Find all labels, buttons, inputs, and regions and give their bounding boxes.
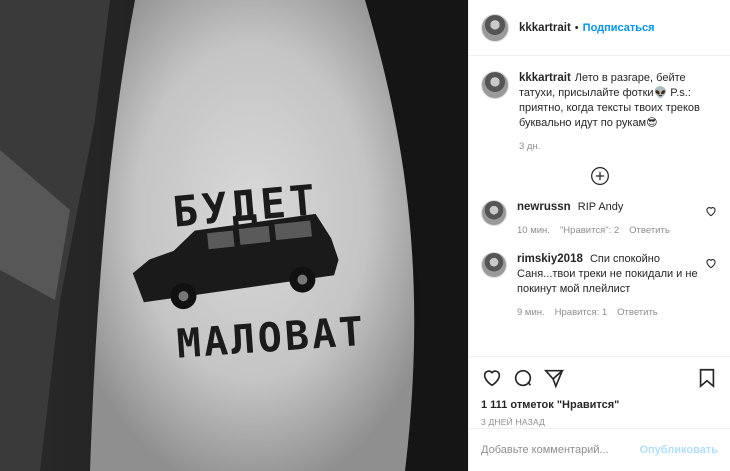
comments-section: kkkartrait Лето в разгаре, бейте татухи, … <box>469 57 730 355</box>
heart-icon[interactable] <box>481 367 503 389</box>
action-bar: 1 111 отметок "Нравится" 3 ДНЕЙ НАЗАД <box>469 356 730 427</box>
post-header: kkkartrait • Подписаться <box>469 0 730 56</box>
sunglasses-emoji-icon: 😎 <box>646 117 658 129</box>
follow-button[interactable]: Подписаться <box>583 22 655 34</box>
reply-button[interactable]: Ответить <box>629 223 670 238</box>
likes-count[interactable]: 1 111 отметок "Нравится" <box>481 399 718 411</box>
comment-likes[interactable]: "Нравится": 2 <box>560 223 619 238</box>
heart-icon[interactable] <box>704 204 718 218</box>
tattoo-image: БУДЕТ МАЛОВАТ <box>0 0 468 471</box>
comment-avatar[interactable] <box>481 200 507 226</box>
bookmark-icon[interactable] <box>696 367 718 389</box>
comment-username[interactable]: rimskiy2018 <box>517 253 583 265</box>
comment-avatar[interactable] <box>481 252 507 278</box>
comment-time[interactable]: 10 мин. <box>517 223 550 238</box>
post-time[interactable]: 3 ДНЕЙ НАЗАД <box>481 417 718 427</box>
comment-likes[interactable]: Нравится: 1 <box>555 305 607 320</box>
add-comment-bar: Добавьте комментарий... Опубликовать <box>469 428 730 471</box>
comment-item: rimskiy2018 Спи спокойно Саня...твои тре… <box>481 252 718 320</box>
publish-button[interactable]: Опубликовать <box>639 444 718 456</box>
caption-avatar[interactable] <box>481 71 509 99</box>
heart-icon[interactable] <box>704 256 718 270</box>
load-more[interactable] <box>481 166 718 186</box>
caption-time[interactable]: 3 дн. <box>519 139 540 154</box>
post-photo[interactable]: БУДЕТ МАЛОВАТ <box>0 0 468 471</box>
alien-emoji-icon: 👽 <box>653 87 668 99</box>
reply-button[interactable]: Ответить <box>617 305 658 320</box>
author-username[interactable]: kkkartrait <box>519 22 571 34</box>
comment-input[interactable]: Добавьте комментарий... <box>481 444 639 456</box>
comment-time[interactable]: 9 мин. <box>517 305 545 320</box>
plus-circle-icon[interactable] <box>590 166 610 186</box>
caption: kkkartrait Лето в разгаре, бейте татухи, … <box>481 71 718 154</box>
share-icon[interactable] <box>543 367 565 389</box>
comment-text: RIP Andy <box>577 201 624 213</box>
author-avatar[interactable] <box>481 13 509 42</box>
comment-username[interactable]: newrussn <box>517 201 571 213</box>
caption-username[interactable]: kkkartrait <box>519 72 571 84</box>
comment-item: newrussn RIP Andy 10 мин. "Нравится": 2 … <box>481 200 718 238</box>
post-details-panel: kkkartrait • Подписаться kkkartrait Лето … <box>468 0 730 471</box>
comment-icon[interactable] <box>512 367 534 389</box>
separator-dot: • <box>574 21 579 34</box>
